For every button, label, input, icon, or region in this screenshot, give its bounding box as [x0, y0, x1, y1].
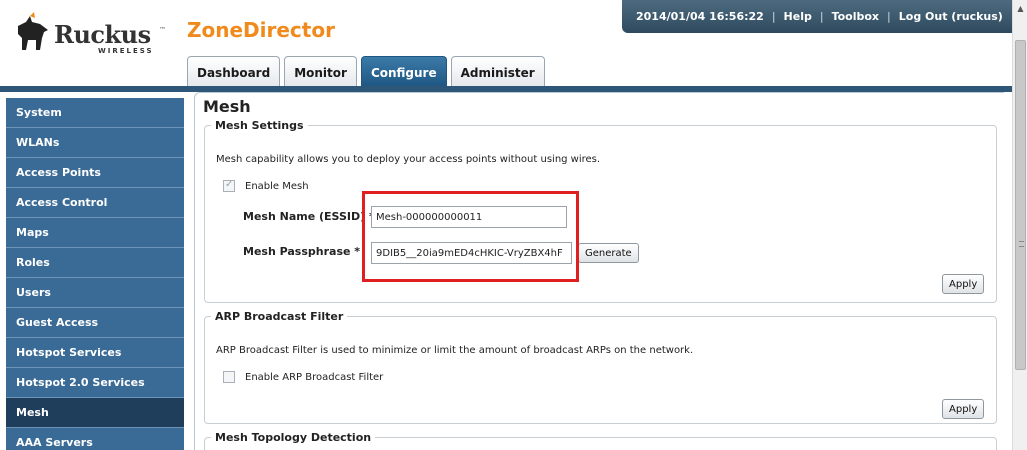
mesh-name-input[interactable] [371, 206, 567, 228]
top-utility-bar: 2014/01/04 16:56:22 | Help | Toolbox | L… [622, 0, 1012, 33]
mesh-settings-description: Mesh capability allows you to deploy you… [216, 154, 601, 165]
separator: | [887, 10, 891, 23]
sidebar-item-access-control[interactable]: Access Control [6, 188, 184, 218]
topology-legend: Mesh Topology Detection [215, 431, 372, 444]
sidebar-nav: System WLANs Access Points Access Contro… [6, 98, 184, 450]
scroll-thumb[interactable] [1015, 40, 1026, 370]
enable-arp-checkbox[interactable] [223, 371, 235, 383]
topology-section: Mesh Topology Detection [204, 431, 997, 450]
grip-icon [1019, 241, 1024, 247]
ruckus-dog-icon [18, 12, 48, 50]
sidebar-item-hotspot-2-services[interactable]: Hotspot 2.0 Services [6, 368, 184, 398]
header: Ruckus ™ WIRELESS ZoneDirector 2014/01/0… [0, 0, 1012, 88]
sidebar-item-access-points[interactable]: Access Points [6, 158, 184, 188]
separator: | [819, 10, 824, 23]
enable-arp-row: Enable ARP Broadcast Filter [223, 371, 383, 383]
logo-wordmark: Ruckus [54, 20, 151, 49]
tab-dashboard[interactable]: Dashboard [187, 56, 281, 86]
mesh-apply-button[interactable]: Apply [942, 274, 985, 294]
logout-link[interactable]: Log Out (ruckus) [899, 10, 1003, 23]
arp-apply-button[interactable]: Apply [942, 399, 985, 419]
tab-monitor[interactable]: Monitor [284, 56, 357, 86]
tab-administer[interactable]: Administer [450, 56, 545, 86]
app-title: ZoneDirector [187, 18, 335, 42]
sidebar-item-system[interactable]: System [6, 98, 184, 128]
sidebar-item-maps[interactable]: Maps [6, 218, 184, 248]
separator: | [771, 10, 776, 23]
page-title: Mesh [203, 97, 251, 116]
vertical-scrollbar[interactable]: ▲ [1012, 0, 1027, 450]
trademark-mark: ™ [159, 26, 166, 34]
enable-mesh-checkbox[interactable] [223, 179, 235, 192]
sidebar-item-mesh[interactable]: Mesh [6, 398, 184, 428]
arp-filter-description: ARP Broadcast Filter is used to minimize… [216, 345, 694, 356]
main-content: Mesh Mesh Settings Mesh capability allow… [194, 92, 1004, 450]
mesh-passphrase-label: Mesh Passphrase * [243, 245, 361, 258]
datetime-display: 2014/01/04 16:56:22 [636, 10, 764, 23]
mesh-name-label: Mesh Name (ESSID) * [243, 210, 375, 223]
logo-subtitle: WIRELESS [98, 47, 154, 55]
sidebar-item-hotspot-services[interactable]: Hotspot Services [6, 338, 184, 368]
sidebar-item-aaa-servers[interactable]: AAA Servers [6, 428, 184, 450]
sidebar-item-guest-access[interactable]: Guest Access [6, 308, 184, 338]
arp-filter-legend: ARP Broadcast Filter [215, 310, 344, 323]
toolbox-link[interactable]: Toolbox [832, 10, 879, 23]
mesh-passphrase-input[interactable] [371, 242, 572, 264]
sidebar-item-users[interactable]: Users [6, 278, 184, 308]
enable-mesh-label: Enable Mesh [245, 180, 309, 192]
sidebar-item-roles[interactable]: Roles [6, 248, 184, 278]
arp-filter-section: ARP Broadcast Filter ARP Broadcast Filte… [204, 310, 997, 424]
generate-button[interactable]: Generate [578, 243, 639, 263]
enable-mesh-row: Enable Mesh [223, 179, 309, 192]
main-tabs: Dashboard Monitor Configure Administer [187, 56, 549, 86]
enable-arp-label: Enable ARP Broadcast Filter [245, 371, 384, 383]
mesh-settings-section: Mesh Settings Mesh capability allows you… [204, 119, 997, 303]
sidebar-item-wlans[interactable]: WLANs [6, 128, 184, 158]
tab-configure[interactable]: Configure [360, 56, 447, 86]
ruckus-logo: Ruckus ™ WIRELESS [14, 8, 174, 56]
scroll-up-icon[interactable]: ▲ [1013, 0, 1027, 16]
mesh-settings-legend: Mesh Settings [215, 119, 304, 132]
help-link[interactable]: Help [784, 10, 812, 23]
